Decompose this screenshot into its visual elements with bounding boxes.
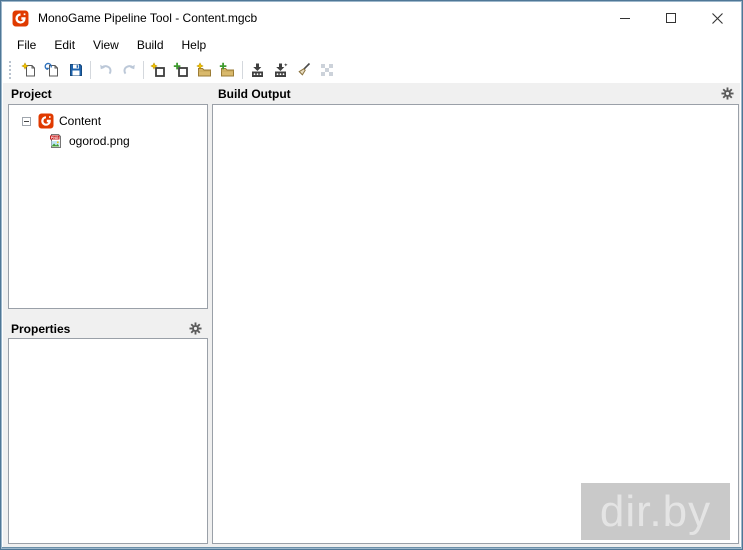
title-bar: MonoGame Pipeline Tool - Content.mgcb — [3, 3, 740, 33]
window-title: MonoGame Pipeline Tool - Content.mgcb — [38, 11, 258, 25]
vertical-splitter[interactable] — [208, 83, 214, 547]
close-icon — [711, 12, 723, 24]
tree-item-content-root[interactable]: Content — [9, 111, 207, 131]
minimize-icon — [620, 18, 630, 19]
new-item-icon — [150, 61, 165, 77]
tree-item-label: ogorod.png — [69, 134, 130, 148]
cancel-build-button — [315, 59, 338, 81]
menu-build[interactable]: Build — [128, 35, 173, 55]
add-folder-icon — [219, 62, 234, 76]
properties-panel-title: Properties — [11, 322, 71, 336]
properties-panel[interactable] — [8, 338, 208, 544]
new-project-button[interactable] — [18, 59, 41, 81]
menu-bar: File Edit View Build Help — [3, 33, 740, 57]
open-project-button[interactable] — [41, 59, 64, 81]
menu-help[interactable]: Help — [173, 35, 216, 55]
project-tree-panel[interactable]: Content PNG ogorod.png — [8, 104, 208, 309]
monogame-logo-icon — [38, 113, 54, 129]
build-icon — [252, 63, 263, 77]
build-button[interactable] — [246, 59, 269, 81]
maximize-icon — [666, 13, 676, 23]
build-output-panel[interactable] — [212, 104, 739, 544]
clean-button[interactable] — [292, 59, 315, 81]
add-item-icon — [173, 62, 188, 77]
menu-view[interactable]: View — [84, 35, 128, 55]
watermark: dir.by — [581, 483, 730, 540]
undo-button — [94, 59, 117, 81]
new-project-icon — [21, 61, 35, 76]
new-folder-icon — [196, 61, 211, 76]
gear-icon — [720, 86, 734, 100]
toolbar-separator — [143, 61, 144, 79]
undo-icon — [99, 64, 112, 75]
build-output-panel-title: Build Output — [218, 87, 291, 101]
caption-buttons — [602, 3, 740, 33]
build-output-settings-button[interactable] — [720, 86, 734, 100]
save-button[interactable] — [64, 59, 87, 81]
horizontal-splitter[interactable] — [3, 310, 208, 319]
minimize-button[interactable] — [602, 3, 648, 33]
save-icon — [69, 64, 82, 76]
cancel-build-icon — [320, 64, 333, 76]
svg-text:PNG: PNG — [51, 136, 59, 140]
tree-item-label: Content — [59, 114, 102, 128]
menu-file[interactable]: File — [8, 35, 45, 55]
monogame-logo-icon — [12, 10, 29, 26]
toolbar-separator — [90, 61, 91, 79]
png-file-icon: PNG — [50, 134, 61, 148]
add-folder-button[interactable] — [216, 59, 239, 81]
clean-icon — [298, 62, 311, 76]
menu-edit[interactable]: Edit — [45, 35, 84, 55]
tree-item-file[interactable]: PNG ogorod.png — [9, 131, 207, 151]
app-window: MonoGame Pipeline Tool - Content.mgcb Fi… — [0, 0, 743, 550]
watermark-text: dir.by — [599, 486, 712, 536]
toolbar-separator — [242, 61, 243, 79]
close-button[interactable] — [694, 3, 740, 33]
gear-icon — [188, 321, 202, 335]
content-area: Project Content PNG ogorod.png Propertie… — [3, 83, 740, 547]
maximize-button[interactable] — [648, 3, 694, 33]
new-folder-button[interactable] — [193, 59, 216, 81]
toolbar-grip[interactable] — [9, 61, 14, 79]
add-item-button[interactable] — [170, 59, 193, 81]
redo-icon — [122, 64, 135, 75]
redo-button — [117, 59, 140, 81]
new-item-button[interactable] — [147, 59, 170, 81]
rebuild-icon — [275, 62, 288, 77]
project-panel-title: Project — [11, 87, 52, 101]
collapse-icon[interactable] — [22, 116, 31, 126]
rebuild-button[interactable] — [269, 59, 292, 81]
properties-settings-button[interactable] — [188, 321, 202, 335]
toolbar — [3, 57, 740, 83]
open-project-icon — [44, 62, 58, 76]
